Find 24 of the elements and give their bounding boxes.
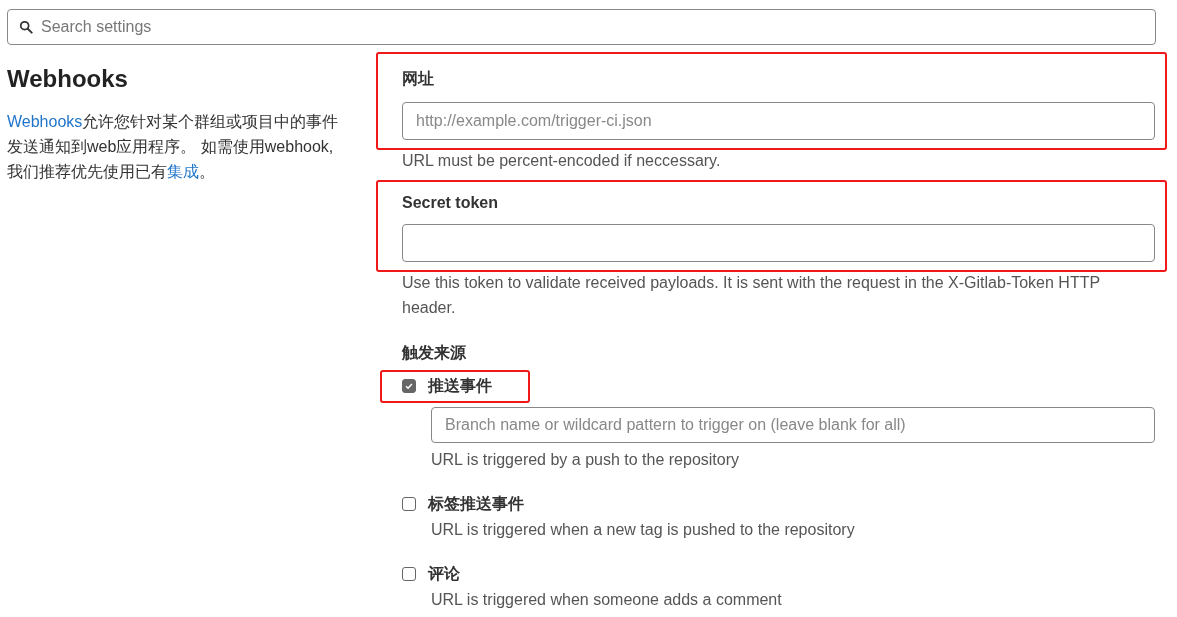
- field-label: Secret token: [402, 194, 500, 212]
- section-description: Webhooks允许您针对某个群组或项目中的事件发送通知到web应用程序。 如需使用webhook, 我们推荐优先使用已有集成。: [7, 112, 340, 182]
- search-icon: [19, 20, 33, 34]
- checkbox[interactable]: [402, 567, 416, 581]
- branch-filter-field[interactable]: Branch name or wildcard pattern to trigger on (leave blank for all): [431, 407, 1155, 443]
- help-text: Use this token to validate received payloads. It is sent with the request in the X-Gitlab-Token HTTP header.: [402, 273, 1101, 318]
- text-field[interactable]: http://example.com/trigger-ci.json: [402, 102, 1155, 140]
- help-text: URL is triggered when someone adds a comment: [431, 590, 783, 610]
- text-field[interactable]: [402, 224, 1155, 262]
- checkbox-label: 推送事件: [428, 375, 492, 396]
- checkbox-label: 评论: [428, 563, 460, 584]
- checkbox[interactable]: [402, 497, 416, 511]
- help-text: URL is triggered when a new tag is pushed to the repository: [431, 520, 856, 540]
- link[interactable]: 集成: [167, 163, 199, 180]
- checkbox-label: 标签推送事件: [428, 493, 524, 514]
- field-label: 网址: [402, 69, 435, 89]
- search-field[interactable]: Search settings: [7, 9, 1156, 45]
- group-title: 触发来源: [402, 343, 467, 363]
- link[interactable]: Webhooks: [7, 113, 83, 130]
- check-icon: [404, 381, 414, 391]
- section-title: Webhooks: [7, 65, 129, 93]
- help-text: URL must be percent-encoded if neccessary.: [402, 151, 722, 171]
- checkbox[interactable]: [402, 379, 416, 393]
- help-text: URL is triggered by a push to the repository: [431, 450, 740, 470]
